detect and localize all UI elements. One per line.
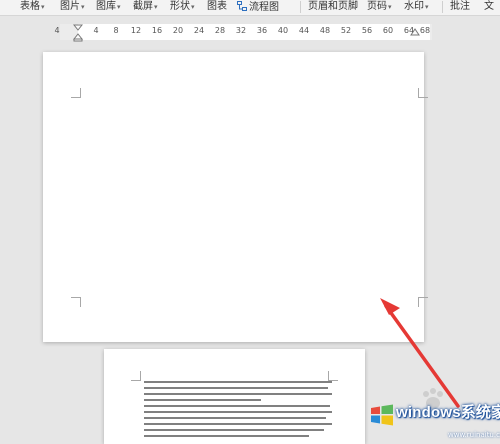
margin-corner-mark [71, 88, 81, 98]
watermark-url: www.ruinaitu.com [448, 431, 500, 439]
ruler-label: 44 [298, 26, 310, 35]
site-watermark-logo: windows系统家园 www.ruinaitu.com [370, 404, 500, 439]
ruler-label: 56 [361, 26, 373, 35]
left-indent-marker[interactable] [73, 24, 83, 42]
ruler-label: 40 [277, 26, 289, 35]
shapes-button[interactable]: 形状▾ [170, 1, 195, 13]
ruler-label: 16 [151, 26, 163, 35]
chart-button[interactable]: 图表 [207, 1, 227, 13]
margin-corner-mark [328, 371, 338, 381]
toolbar-separator [300, 1, 301, 13]
chevron-down-icon: ▾ [117, 3, 121, 11]
margin-corner-mark [418, 88, 428, 98]
right-indent-marker[interactable] [410, 28, 420, 36]
windows-logo-icon [371, 404, 393, 426]
watermark-button[interactable]: 水印▾ [404, 1, 429, 13]
gallery-button[interactable]: 图库▾ [96, 1, 121, 13]
ruler-label: 36 [256, 26, 268, 35]
picture-button[interactable]: 图片▾ [60, 1, 85, 13]
toolbar-separator [442, 1, 443, 13]
document-page-blank[interactable] [43, 52, 428, 342]
chevron-down-icon: ▾ [154, 3, 158, 11]
ruler-label: 8 [113, 26, 119, 35]
margin-corner-mark [131, 371, 141, 381]
header-footer-button[interactable]: 页眉和页脚 [308, 1, 358, 13]
watermark-brand: windows系统家园 [396, 404, 500, 421]
ruler-label: 32 [235, 26, 247, 35]
ruler-label: 12 [130, 26, 142, 35]
flowchart-button[interactable]: 流程图 [237, 1, 279, 14]
chevron-down-icon: ▾ [388, 3, 392, 11]
comment-button[interactable]: 批注 [450, 1, 470, 13]
ruler-label: 48 [319, 26, 331, 35]
ruler-label: 24 [193, 26, 205, 35]
ruler-label: 20 [172, 26, 184, 35]
horizontal-ruler[interactable]: 4 4 8 12 16 20 24 28 32 36 40 44 48 52 5… [54, 24, 432, 40]
page-number-button[interactable]: 页码▾ [367, 1, 392, 13]
chevron-down-icon: ▾ [81, 3, 85, 11]
screenshot-button[interactable]: 截屏▾ [133, 1, 158, 13]
chevron-down-icon: ▾ [191, 3, 195, 11]
chevron-down-icon: ▾ [41, 3, 45, 11]
ruler-label: 68 [419, 26, 431, 35]
ruler-label: 52 [340, 26, 352, 35]
ruler-label: 4 [54, 26, 60, 35]
flowchart-icon [237, 1, 247, 11]
ruler-label: 60 [382, 26, 394, 35]
text-button[interactable]: 文 [484, 1, 494, 13]
ruler-label: 28 [214, 26, 226, 35]
document-page-text[interactable] [104, 349, 365, 444]
body-text-block [144, 381, 332, 441]
margin-corner-mark [71, 297, 81, 307]
ruler-label: 4 [93, 26, 99, 35]
chevron-down-icon: ▾ [425, 3, 429, 11]
table-button[interactable]: 表格▾ [20, 1, 45, 13]
ribbon-toolbar: 表格▾ 图片▾ 图库▾ 截屏▾ 形状▾ 图表 流程图 页眉和页脚 页码▾ 水印▾… [0, 0, 500, 16]
